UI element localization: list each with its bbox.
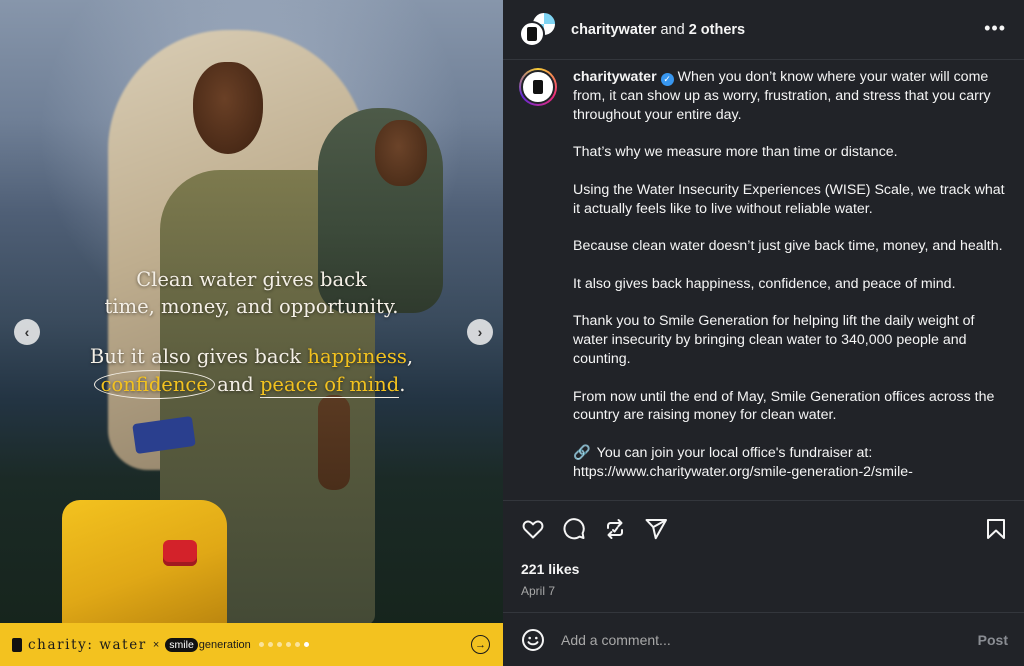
post-side-panel: charitywater and 2 others ••• charitywat… <box>503 0 1024 666</box>
likes-count[interactable]: 221 likes <box>521 561 579 577</box>
partner-logo-text: generation <box>198 638 251 651</box>
chevron-right-icon: › <box>477 324 483 340</box>
carousel-dot <box>303 642 309 647</box>
brand-name: charity: water <box>28 636 147 653</box>
carousel-dot <box>258 642 264 647</box>
carousel-dot <box>285 642 291 647</box>
avatar[interactable] <box>519 68 557 106</box>
partner-logo: smile generation <box>165 637 251 652</box>
avatar <box>519 20 545 47</box>
overlay-headline: Clean water gives back time, money, and … <box>0 266 503 320</box>
jerrycan-logo-icon <box>527 26 537 41</box>
partner-logo-bubble: smile <box>165 637 198 652</box>
post-date[interactable]: April 7 <box>521 584 555 598</box>
caption-paragraph: Thank you to Smile Generation for helpin… <box>573 313 975 367</box>
comment-bar: Post <box>503 612 1024 666</box>
post-actions: 221 likes April 7 <box>503 500 1024 610</box>
repost-icon[interactable] <box>603 517 627 541</box>
others-link[interactable]: 2 others <box>689 22 745 38</box>
emoji-icon[interactable] <box>521 628 545 652</box>
caption-paragraph: Because clean water doesn’t just give ba… <box>573 238 1003 255</box>
link-icon: 🔗 <box>573 444 591 461</box>
photo-woman-face <box>193 62 263 154</box>
jerrycan-logo-icon <box>12 637 22 652</box>
author-username-link[interactable]: charitywater <box>571 22 656 38</box>
caption-row: charitywater ✓ When you don’t know where y… <box>519 68 1006 482</box>
caption-text: charitywater ✓ When you don’t know where y… <box>573 68 1006 482</box>
comment-icon[interactable] <box>562 517 586 541</box>
collab-avatars[interactable] <box>519 10 559 49</box>
caption-paragraph: That’s why we measure more than time or … <box>573 144 898 161</box>
post-comment-button[interactable]: Post <box>978 632 1008 648</box>
post-media[interactable]: Clean water gives back time, money, and … <box>0 0 503 666</box>
caption-username-link[interactable]: charitywater <box>573 69 657 85</box>
overlay-highlight-peace: peace of mind <box>259 373 400 398</box>
photo-jerrycan <box>62 500 227 630</box>
carousel-dot <box>276 642 282 647</box>
overlay-highlight-confidence: confidence <box>93 370 215 399</box>
photo-jerrycan-cap <box>163 540 197 566</box>
overlay-subline: But it also gives back happiness, confid… <box>0 343 503 399</box>
overlay-line: Clean water gives back <box>136 268 367 291</box>
heart-icon[interactable] <box>521 517 545 541</box>
more-options-icon[interactable]: ••• <box>984 18 1006 39</box>
arrow-right-circle-icon: → <box>471 635 490 654</box>
photo-child-leg <box>318 395 350 490</box>
caption-paragraph: You can join your local office's fundrai… <box>596 444 873 461</box>
caption-scroll-area[interactable]: charitywater ✓ When you don’t know where y… <box>503 60 1024 500</box>
times-sign: × <box>152 638 160 651</box>
caption-paragraph: From now until the end of May, Smile Gen… <box>573 388 995 424</box>
carousel-next-button[interactable]: › <box>467 319 493 345</box>
caption-paragraph: Using the Water Insecurity Experiences (… <box>573 181 1005 217</box>
comment-input[interactable] <box>561 631 941 648</box>
overlay-text-segment: But it also gives back <box>89 345 308 368</box>
carousel-prev-button[interactable]: ‹ <box>14 319 40 345</box>
carousel-dot <box>294 642 300 647</box>
chevron-left-icon: ‹ <box>24 324 30 340</box>
verified-badge-icon: ✓ <box>660 72 674 86</box>
share-icon[interactable] <box>644 517 668 541</box>
post-authors: charitywater and 2 others <box>571 22 745 38</box>
overlay-line: time, money, and opportunity. <box>104 295 399 318</box>
bookmark-icon[interactable] <box>984 517 1008 541</box>
overlay-text-segment: . <box>399 373 406 396</box>
carousel-dot <box>267 642 273 647</box>
overlay-highlight-happiness: happiness <box>307 345 407 368</box>
jerrycan-logo-icon <box>533 80 543 94</box>
and-text: and <box>656 21 689 38</box>
overlay-text-segment: and <box>210 373 260 396</box>
post-header: charitywater and 2 others ••• <box>503 0 1024 60</box>
caption-paragraph: It also gives back happiness, confidence… <box>573 275 956 292</box>
brand-footer-bar: charity: water × smile generation → <box>0 623 503 666</box>
carousel-dots <box>258 642 309 647</box>
post-viewer: Clean water gives back time, money, and … <box>0 0 1024 666</box>
overlay-text-segment: , <box>406 345 414 368</box>
fundraiser-link[interactable]: https://www.charitywater.org/smile-gener… <box>573 464 913 480</box>
photo-child-face <box>375 120 427 186</box>
